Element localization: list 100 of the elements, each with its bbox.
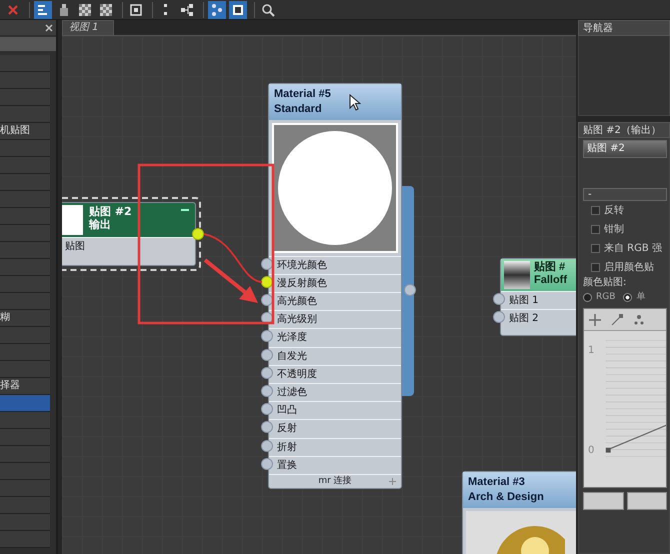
- axis-label: 1: [588, 345, 596, 357]
- move-icon[interactable]: [588, 312, 602, 326]
- input-socket[interactable]: [261, 330, 273, 342]
- scale-icon[interactable]: [610, 312, 624, 326]
- output-socket[interactable]: [404, 284, 416, 296]
- checkbox-label: 反转: [604, 204, 624, 216]
- input-socket[interactable]: [261, 440, 273, 452]
- list-item[interactable]: [0, 191, 50, 208]
- list-item[interactable]: [0, 361, 50, 378]
- input-socket[interactable]: [261, 403, 273, 415]
- group-label: 颜色贴图:: [583, 277, 628, 289]
- list-item[interactable]: [0, 89, 50, 106]
- points-icon[interactable]: [632, 312, 646, 326]
- list-item[interactable]: [0, 55, 50, 72]
- layout-button[interactable]: [34, 0, 52, 18]
- map-thumbnail: [504, 261, 530, 289]
- rollout-header[interactable]: -: [583, 188, 667, 201]
- map-node[interactable]: 贴图 #2 输出 贴图: [62, 202, 196, 266]
- node-subtitle: Arch & Design: [468, 490, 544, 505]
- close-icon[interactable]: [45, 24, 53, 32]
- list-item[interactable]: [0, 429, 50, 446]
- input-socket[interactable]: [261, 367, 273, 379]
- checkbox[interactable]: [591, 244, 600, 253]
- delete-icon: [6, 2, 20, 16]
- node-title: 贴图 #2: [89, 205, 132, 218]
- node-title: 贴图 #: [534, 261, 566, 274]
- list-item[interactable]: [0, 293, 50, 310]
- panel-title: 导航器: [578, 20, 670, 36]
- nodes-icon: [210, 2, 224, 16]
- radio-label: RGB: [596, 292, 616, 302]
- node-subtitle: Standard: [274, 102, 322, 117]
- node-subtitle: Falloff: [534, 274, 567, 288]
- value-field[interactable]: [583, 492, 624, 510]
- checker-icon: [78, 2, 92, 16]
- panel-icon: [231, 2, 245, 16]
- slot-label: 光泽度: [277, 332, 307, 344]
- nodes-button[interactable]: [208, 0, 226, 18]
- radio-button[interactable]: [583, 292, 592, 302]
- axis-label: 0: [588, 445, 596, 457]
- slot-label: 漫反射颜色: [277, 278, 327, 289]
- input-socket[interactable]: [261, 349, 273, 361]
- view-tab[interactable]: 视图 1: [62, 20, 114, 35]
- panel-title: 贴图 #2（输出）: [578, 122, 670, 138]
- input-socket[interactable]: [261, 458, 273, 470]
- list-item[interactable]: 糊: [0, 310, 50, 327]
- list-item[interactable]: [0, 412, 50, 429]
- name-field[interactable]: 贴图 #2: [583, 140, 667, 158]
- checkbox[interactable]: [591, 263, 600, 272]
- find-icon: [261, 2, 275, 16]
- checker-icon: [99, 2, 113, 16]
- slot-label: 折射: [277, 442, 297, 453]
- slot-label: 反射: [277, 423, 297, 434]
- layout-icon: [36, 2, 50, 16]
- input-socket[interactable]: [493, 293, 505, 305]
- list-item[interactable]: [0, 106, 50, 123]
- plus-icon[interactable]: [389, 478, 396, 485]
- node-subtitle: 输出: [89, 218, 112, 232]
- checkbox-label: 启用颜色贴: [604, 262, 654, 274]
- list-item[interactable]: [0, 225, 50, 242]
- list-item[interactable]: [0, 446, 50, 463]
- checkbox[interactable]: [591, 225, 600, 234]
- slot-label: 不透明度: [277, 368, 317, 380]
- input-socket[interactable]: [493, 311, 505, 323]
- list-item[interactable]: [0, 395, 50, 412]
- list-item[interactable]: 择器: [0, 378, 50, 395]
- list-item[interactable]: [0, 140, 50, 157]
- annotation-arrow: [204, 258, 258, 303]
- node-title: Material #3: [468, 475, 525, 490]
- checkbox-label: 钳制: [604, 224, 624, 236]
- slot-label: 凹凸: [277, 405, 297, 416]
- list-item[interactable]: [0, 242, 50, 259]
- list-item[interactable]: [0, 276, 50, 293]
- list-item[interactable]: [0, 497, 50, 514]
- list-item[interactable]: [0, 463, 50, 480]
- list-item[interactable]: [0, 514, 50, 531]
- list-item[interactable]: [0, 259, 50, 276]
- list-item[interactable]: [0, 157, 50, 174]
- list-item[interactable]: [0, 327, 50, 344]
- list-item[interactable]: [0, 344, 50, 361]
- cursor-icon: [349, 94, 361, 111]
- search-field[interactable]: [0, 37, 56, 51]
- output-socket[interactable]: [192, 228, 204, 240]
- input-socket[interactable]: [261, 421, 273, 433]
- list-item[interactable]: [0, 174, 50, 191]
- slot-label: 贴图 1: [509, 295, 539, 306]
- map-node[interactable]: 贴图 # Falloff 贴图 1 贴图 2: [500, 258, 576, 336]
- list-item[interactable]: [0, 531, 50, 548]
- list-item[interactable]: [0, 480, 50, 497]
- slot-label: 贴图: [65, 241, 85, 252]
- material-node[interactable]: Material #3 Arch & Design: [462, 471, 576, 554]
- value-field[interactable]: [626, 492, 667, 510]
- input-socket[interactable]: [261, 385, 273, 397]
- list-item[interactable]: [0, 72, 50, 89]
- panel-button[interactable]: [229, 0, 247, 18]
- material-node[interactable]: Material #5 Standard 环境光颜色 漫反射颜色 高光颜色 高光级别 光泽度 自发光 不透明度 过滤色 凹凸 反射 折射 置换 mr 连接: [268, 83, 402, 489]
- checkbox[interactable]: [591, 206, 600, 215]
- list-item[interactable]: [0, 208, 50, 225]
- slot-label: 环境光颜色: [277, 260, 327, 271]
- radio-button[interactable]: [623, 292, 632, 302]
- list-item[interactable]: 机贴图: [0, 123, 50, 140]
